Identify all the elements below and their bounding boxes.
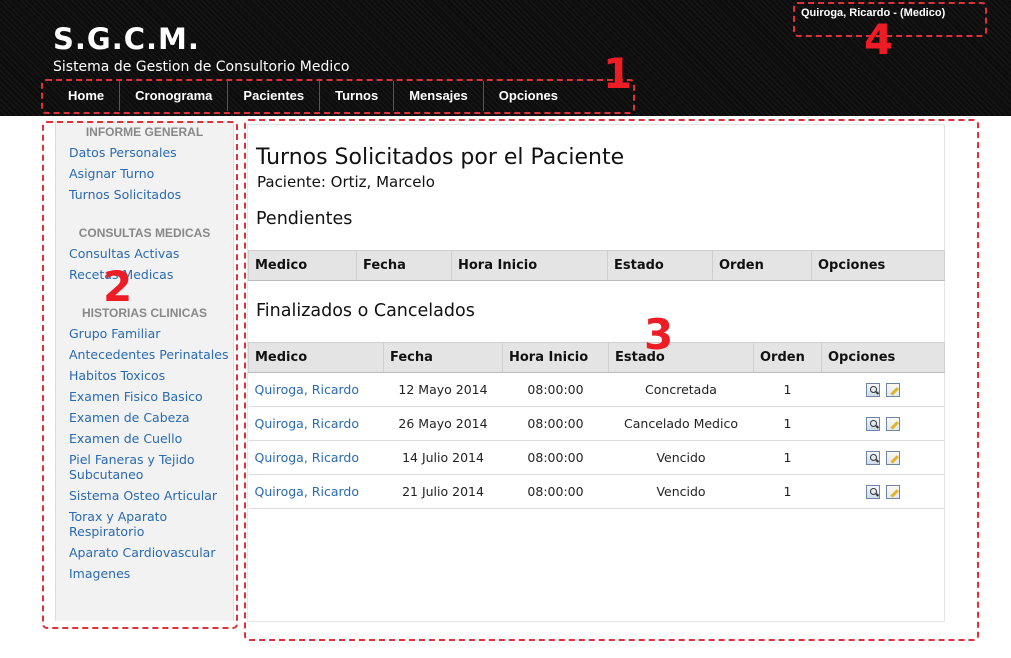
annotation-box-sidebar [42, 121, 238, 629]
annotation-number-1: 1 [603, 49, 633, 98]
annotation-box-nav [41, 79, 635, 114]
app-logo[interactable]: S.G.C.M. [53, 22, 200, 56]
annotation-box-content [244, 119, 979, 641]
app-subtitle: Sistema de Gestion de Consultorio Medico [53, 59, 350, 75]
annotation-number-4: 4 [864, 15, 894, 64]
annotation-number-3: 3 [644, 310, 674, 359]
annotation-number-2: 2 [103, 262, 133, 311]
